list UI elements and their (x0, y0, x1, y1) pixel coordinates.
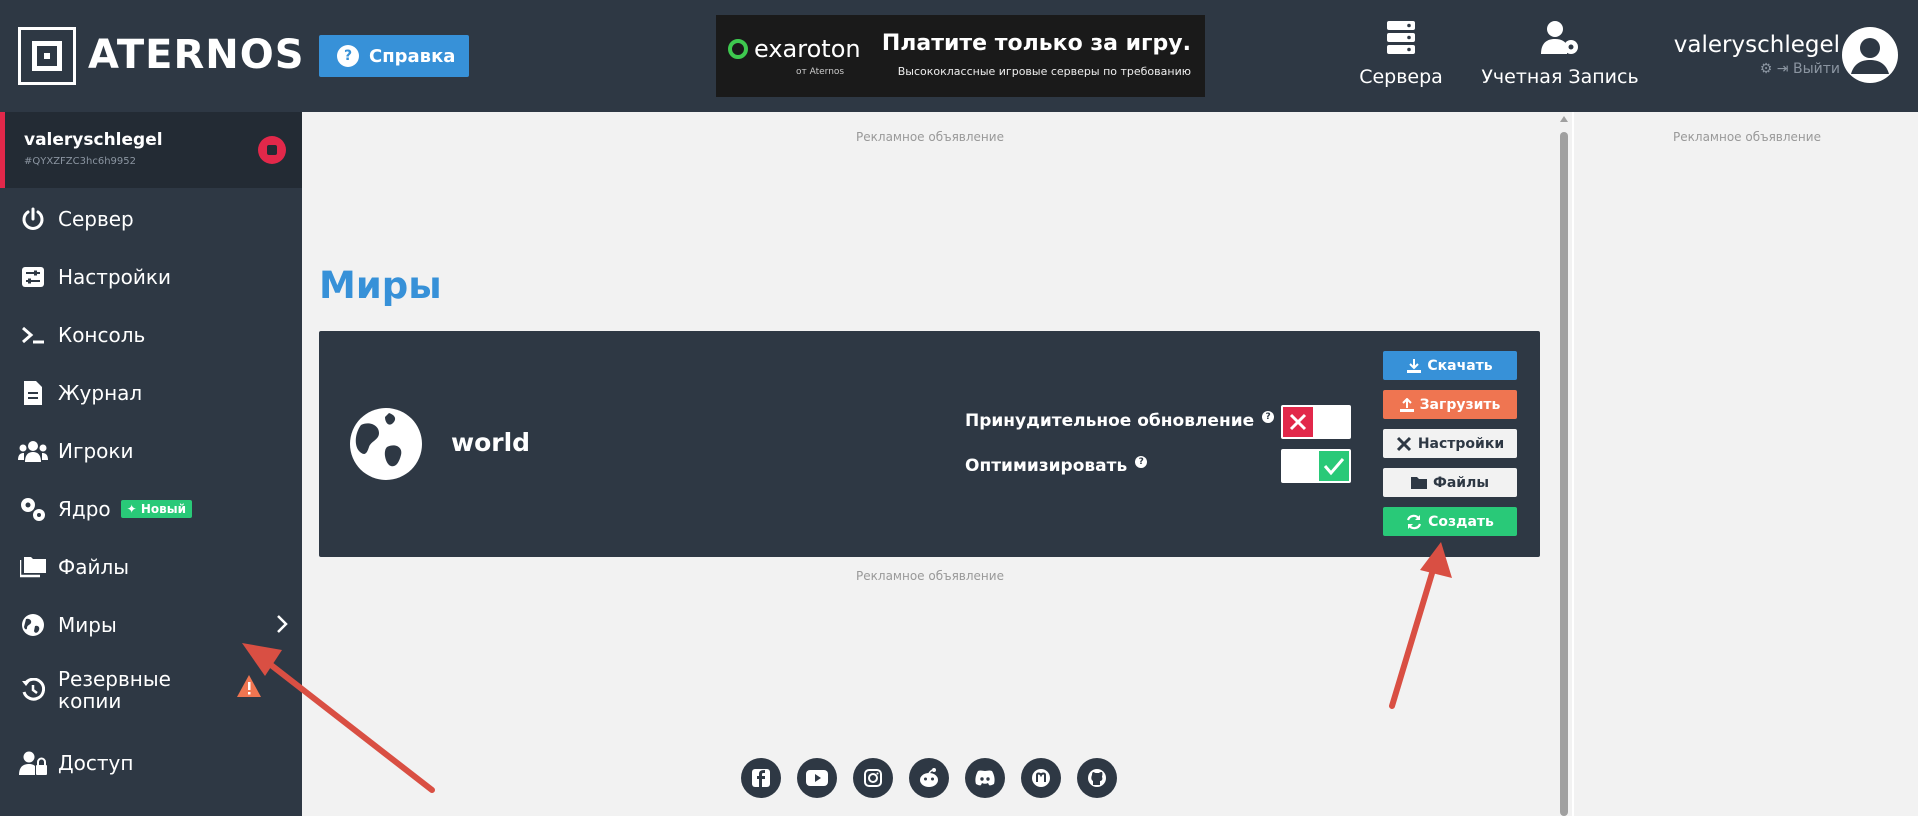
create-world-button[interactable]: Создать (1383, 507, 1517, 536)
server-name: valeryschlegel (24, 130, 163, 150)
header-username: valeryschlegel (1673, 32, 1840, 58)
banner-brand-sub: от Aternos (796, 67, 845, 77)
world-card: world Принудительное обновление? Оптимиз… (319, 331, 1540, 557)
sidebar-item-log[interactable]: Журнал (0, 368, 302, 418)
sidebar-item-label: Миры (58, 613, 117, 637)
globe-icon (18, 610, 48, 640)
document-icon (18, 378, 48, 408)
force-update-toggle[interactable] (1281, 405, 1351, 439)
world-settings-button[interactable]: Настройки (1383, 429, 1517, 458)
nav-servers-label: Сервера (1359, 66, 1443, 88)
gears-icon (18, 494, 48, 524)
exaroton-logo-icon (728, 39, 748, 59)
ad-label-bottom: Рекламное объявление (856, 569, 1004, 583)
tools-icon (1396, 436, 1411, 451)
nav-servers[interactable]: Сервера (1328, 20, 1474, 88)
settings-gear-icon[interactable]: ⚙ (1760, 61, 1773, 77)
sliders-icon (18, 262, 48, 292)
server-card[interactable]: valeryschlegel #QYXZFZC3hc6h9952 (0, 112, 302, 188)
scrollbar[interactable] (1558, 116, 1570, 816)
sidebar-item-label: Журнал (58, 381, 143, 405)
logout-icon[interactable]: ⇥ (1777, 61, 1789, 77)
youtube-icon[interactable] (797, 758, 837, 798)
download-icon (1407, 358, 1422, 373)
warning-icon (236, 674, 262, 703)
refresh-icon (1407, 514, 1422, 529)
power-icon (18, 204, 48, 234)
terminal-icon (18, 320, 48, 350)
instagram-icon[interactable] (853, 758, 893, 798)
folder-icon (1410, 477, 1427, 489)
server-id: #QYXZFZC3hc6h9952 (24, 156, 136, 167)
nav-account[interactable]: Учетная Запись (1464, 20, 1656, 88)
banner-title: Платите только за игру. (881, 31, 1191, 56)
optimize-toggle[interactable] (1281, 449, 1351, 483)
banner-desc: Высококлассные игровые серверы по требов… (897, 65, 1191, 78)
help-button[interactable]: ? Справка (319, 35, 469, 77)
sidebar-item-label: Консоль (58, 323, 146, 347)
history-icon (18, 675, 48, 705)
server-status-stop-icon[interactable] (258, 136, 286, 164)
download-button[interactable]: Скачать (1383, 351, 1517, 380)
github-icon[interactable] (1077, 758, 1117, 798)
sidebar-item-label: Доступ (58, 751, 134, 775)
force-update-label: Принудительное обновление? (965, 411, 1275, 431)
social-links (741, 758, 1117, 798)
sidebar-item-label: Сервер (58, 207, 134, 231)
sidebar-item-backups[interactable]: Резервные копии (0, 658, 302, 722)
sidebar-item-access[interactable]: Доступ (0, 738, 302, 788)
logo-text[interactable]: ATERNOS (88, 32, 305, 78)
world-name: world (451, 428, 531, 457)
sidebar-item-label: Файлы (58, 555, 130, 579)
facebook-icon[interactable] (741, 758, 781, 798)
sidebar-item-label: Игроки (58, 439, 134, 463)
banner-brand: exaroton (754, 35, 861, 63)
server-stack-icon (1328, 20, 1474, 60)
sidebar-item-server[interactable]: Сервер (0, 194, 302, 244)
sidebar-item-label: Ядро (58, 497, 111, 521)
sidebar-item-console[interactable]: Консоль (0, 310, 302, 360)
chevron-right-icon (276, 614, 288, 639)
nav-account-label: Учетная Запись (1481, 66, 1639, 88)
help-tooltip-icon[interactable]: ? (1262, 411, 1275, 423)
upload-button[interactable]: Загрузить (1383, 390, 1517, 419)
users-icon (18, 436, 48, 466)
upload-icon (1399, 397, 1414, 412)
new-badge: ✦ Новый (120, 500, 193, 518)
user-gear-icon (1464, 20, 1656, 60)
sidebar-item-core[interactable]: Ядро ✦ Новый (0, 484, 302, 534)
check-icon (1319, 451, 1349, 481)
optimize-label: Оптимизировать? (965, 456, 1148, 476)
avatar[interactable] (1842, 27, 1898, 83)
world-files-button[interactable]: Файлы (1383, 468, 1517, 497)
reddit-icon[interactable] (909, 758, 949, 798)
ad-banner[interactable]: exaroton от Aternos Платите только за иг… (716, 15, 1205, 97)
sidebar-item-settings[interactable]: Настройки (0, 252, 302, 302)
close-icon (1283, 407, 1313, 437)
mastodon-icon[interactable] (1021, 758, 1061, 798)
discord-icon[interactable] (965, 758, 1005, 798)
ad-label-top: Рекламное объявление (856, 130, 1004, 144)
sidebar: valeryschlegel #QYXZFZC3hc6h9952 Сервер … (0, 112, 302, 816)
scroll-up-icon[interactable] (1560, 116, 1568, 122)
question-icon: ? (337, 45, 359, 67)
sidebar-item-players[interactable]: Игроки (0, 426, 302, 476)
sidebar-item-files[interactable]: Файлы (0, 542, 302, 592)
sidebar-item-label: Настройки (58, 265, 171, 289)
aternos-logo-icon[interactable] (18, 27, 76, 85)
divider (1572, 112, 1574, 816)
world-globe-icon (349, 407, 423, 485)
logout-link[interactable]: Выйти (1793, 61, 1840, 77)
page-title: Миры (319, 264, 442, 307)
scroll-thumb[interactable] (1560, 132, 1568, 816)
sidebar-item-label: Резервные копии (58, 667, 171, 713)
folders-icon (18, 552, 48, 582)
help-tooltip-icon[interactable]: ? (1135, 456, 1148, 468)
sidebar-item-worlds[interactable]: Миры (0, 600, 302, 650)
user-lock-icon (18, 748, 48, 778)
top-header: ATERNOS ? Справка exaroton от Aternos Пл… (0, 0, 1918, 112)
annotation-arrow-create (1389, 557, 1439, 709)
ad-label-right: Рекламное объявление (1673, 130, 1821, 144)
help-label: Справка (369, 45, 456, 67)
